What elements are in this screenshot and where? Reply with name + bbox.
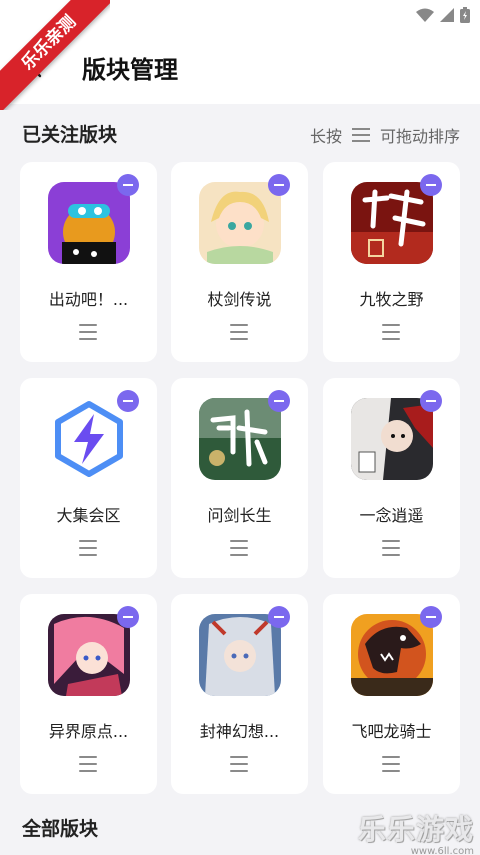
board-name: 出动吧！... [48,290,129,309]
board-card[interactable]: 飞吧龙骑士 [323,594,460,794]
drag-handle-icon[interactable] [382,540,400,556]
calligraphy-icon [351,182,433,264]
board-name: 飞吧龙骑士 [351,722,432,741]
board-name: 九牧之野 [359,290,424,309]
all-section-header: 全部版块 乐乐游戏 www.6ll.com [0,800,480,855]
signal-icon [440,8,454,22]
remove-button[interactable] [268,606,290,628]
hint-long-press: 长按 [309,127,342,146]
drag-hint: 长按 可拖动排序 [310,123,460,147]
ribbon-watermark: 乐乐亲测 [0,0,110,110]
drag-handle-icon[interactable] [230,540,248,556]
board-card[interactable]: 异界原点... [20,594,157,794]
board-name: 问剑长生 [207,506,272,525]
remove-button[interactable] [420,606,442,628]
dragon-icon [351,614,433,696]
board-name: 杖剑传说 [207,290,272,309]
all-section-title: 全部版块 [22,818,99,840]
board-card[interactable]: 一念逍遥 [323,378,460,578]
followed-section-title: 已关注版块 [22,124,118,146]
board-name: 封神幻想... [199,722,280,741]
remove-button[interactable] [117,390,139,412]
battery-icon [460,7,470,23]
board-card[interactable]: 问剑长生 [171,378,308,578]
remove-button[interactable] [420,174,442,196]
lightning-hex-icon [48,398,130,480]
silver-hair-hero-icon [199,614,281,696]
watermark-main: 乐乐游戏 [357,813,474,846]
sword-calligraphy-icon [199,398,281,480]
followed-section-header: 已关注版块 长按 可拖动排序 [0,104,480,162]
xianxia-hero-icon [351,398,433,480]
board-name: 异界原点... [48,722,129,741]
board-card[interactable]: 九牧之野 [323,162,460,362]
ribbon-text: 乐乐亲测 [0,0,110,110]
anime-girl-icon [199,182,281,264]
remove-button[interactable] [117,606,139,628]
remove-button[interactable] [117,174,139,196]
pink-hair-girl-icon [48,614,130,696]
hint-drag-sort: 可拖动排序 [379,127,460,146]
board-name: 一念逍遥 [359,506,424,525]
drag-handle-icon[interactable] [79,324,97,340]
drag-handle-icon[interactable] [79,540,97,556]
menu-lines-icon [351,128,370,142]
board-card[interactable]: 杖剑传说 [171,162,308,362]
site-watermark: 乐乐游戏 www.6ll.com [358,808,474,855]
wifi-icon [416,8,434,22]
remove-button[interactable] [268,390,290,412]
board-card[interactable]: 出动吧！... [20,162,157,362]
duck-game-icon [48,182,130,264]
board-name: 大集会区 [56,506,121,525]
drag-handle-icon[interactable] [382,324,400,340]
remove-button[interactable] [420,390,442,412]
drag-handle-icon[interactable] [79,756,97,772]
remove-button[interactable] [268,174,290,196]
board-card[interactable]: 大集会区 [20,378,157,578]
board-card[interactable]: 封神幻想... [171,594,308,794]
drag-handle-icon[interactable] [382,756,400,772]
drag-handle-icon[interactable] [230,324,248,340]
drag-handle-icon[interactable] [230,756,248,772]
